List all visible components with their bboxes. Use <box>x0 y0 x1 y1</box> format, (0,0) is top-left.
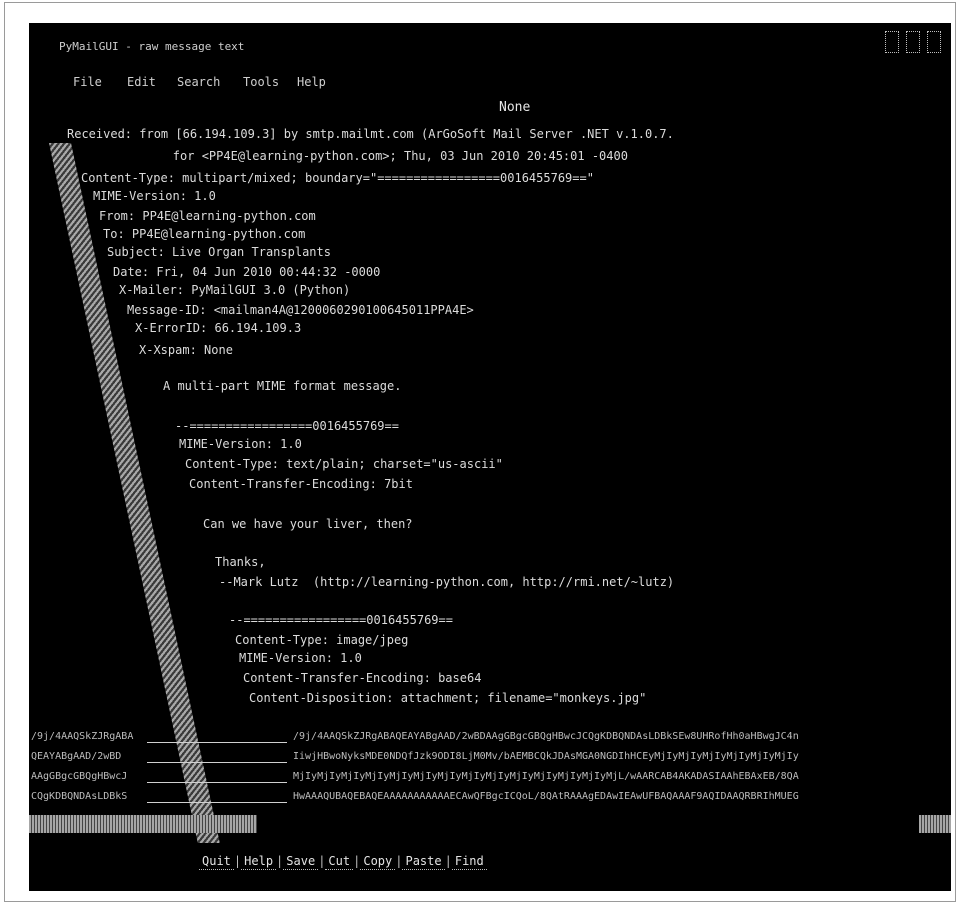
header-line: Date: Fri, 04 Jun 2010 00:44:32 -0000 <box>113 265 381 279</box>
header-line: Content-Type: multipart/mixed; boundary=… <box>81 171 594 185</box>
menu-file[interactable]: File <box>73 75 102 89</box>
divider <box>147 782 287 783</box>
menu-edit[interactable]: Edit <box>127 75 156 89</box>
base64-left-line: /9j/4AAQSkZJRgABA <box>31 731 134 742</box>
header-line: Message-ID: <mailman4A@12000602901006450… <box>127 303 474 317</box>
screenshot-frame: PyMailGUI - raw message text File Edit S… <box>4 2 956 902</box>
paste-button[interactable]: Paste <box>402 853 445 870</box>
signature-line: Thanks, <box>215 555 266 569</box>
mime-part-line: Content-Type: image/jpeg <box>235 633 409 647</box>
separator: | <box>444 854 452 868</box>
copy-button[interactable]: Copy <box>360 853 396 870</box>
header-line: To: PP4E@learning-python.com <box>103 227 306 241</box>
mime-part-line: MIME-Version: 1.0 <box>239 651 362 665</box>
menu-help[interactable]: Help <box>297 75 326 89</box>
menu-search[interactable]: Search <box>177 75 220 89</box>
quit-button[interactable]: Quit <box>199 853 234 870</box>
save-button[interactable]: Save <box>283 853 319 870</box>
base64-left-line: AAgGBgcGBQgHBwcJ <box>31 771 128 782</box>
header-line: X-Xspam: None <box>139 343 233 357</box>
mime-part-line: --=================0016455769== <box>175 419 399 433</box>
title-bar: PyMailGUI - raw message text <box>29 23 951 63</box>
header-line: X-Mailer: PyMailGUI 3.0 (Python) <box>119 283 351 297</box>
base64-line: IiwjHBwoNyksMDE0NDQfJzk9ODI8LjM0Mv/bAEMB… <box>293 751 799 762</box>
mime-part-line: Content-Disposition: attachment; filenam… <box>249 691 647 705</box>
window-controls <box>885 31 941 53</box>
separator: | <box>395 854 403 868</box>
base64-line: HwAAAQUBAQEBAQEAAAAAAAAAAAECAwQFBgcICQoL… <box>293 791 799 802</box>
pymailgui-window: PyMailGUI - raw message text File Edit S… <box>29 23 951 891</box>
base64-line: /9j/4AAQSkZJRgABAQEAYABgAAD/2wBDAAgGBgcG… <box>293 731 799 742</box>
header-line: for <PP4E@learning-python.com>; Thu, 03 … <box>115 149 628 163</box>
divider <box>147 762 287 763</box>
header-line: X-ErrorID: 66.194.109.3 <box>135 321 302 335</box>
base64-line: MjIyMjIyMjIyMjIyMjIyMjIyMjIyMjIyMjIyMjIy… <box>293 771 799 782</box>
menu-tools[interactable]: Tools <box>243 75 279 89</box>
mime-part-line: Content-Transfer-Encoding: 7bit <box>189 477 413 491</box>
help-button[interactable]: Help <box>241 853 277 870</box>
message-body-text: Can we have your liver, then? <box>203 517 413 531</box>
horizontal-scrollbar-end[interactable] <box>919 815 951 833</box>
divider <box>147 802 287 803</box>
separator: | <box>353 854 361 868</box>
mime-part-line: MIME-Version: 1.0 <box>179 437 302 451</box>
window-title: PyMailGUI - raw message text <box>59 40 245 53</box>
header-line: MIME-Version: 1.0 <box>93 189 216 203</box>
header-line: Received: from [66.194.109.3] by smtp.ma… <box>67 127 674 141</box>
header-line: From: PP4E@learning-python.com <box>99 209 316 223</box>
minimize-icon[interactable] <box>885 31 899 53</box>
horizontal-scrollbar[interactable] <box>29 815 257 833</box>
cut-button[interactable]: Cut <box>325 853 354 870</box>
find-button[interactable]: Find <box>451 853 487 870</box>
menu-bar: File Edit Search Tools Help <box>29 65 951 91</box>
divider <box>147 742 287 743</box>
close-icon[interactable] <box>927 31 941 53</box>
separator: | <box>276 854 284 868</box>
mime-part-line: Content-Type: text/plain; charset="us-as… <box>185 457 503 471</box>
button-toolbar: Quit | Help | Save | Cut | Copy | Paste … <box>199 853 487 870</box>
message-title: None <box>499 100 531 115</box>
mime-part-line: Content-Transfer-Encoding: base64 <box>243 671 482 685</box>
header-line: Subject: Live Organ Transplants <box>107 245 331 259</box>
signature-line: --Mark Lutz (http://learning-python.com,… <box>219 575 675 589</box>
mime-part-line: --=================0016455769== <box>229 613 453 627</box>
body-intro: A multi-part MIME format message. <box>163 379 402 393</box>
maximize-icon[interactable] <box>906 31 920 53</box>
base64-left-line: CQgKDBQNDAsLDBkS <box>31 791 128 802</box>
separator: | <box>318 854 326 868</box>
base64-left-line: QEAYABgAAD/2wBD <box>31 751 122 762</box>
separator: | <box>233 854 242 868</box>
